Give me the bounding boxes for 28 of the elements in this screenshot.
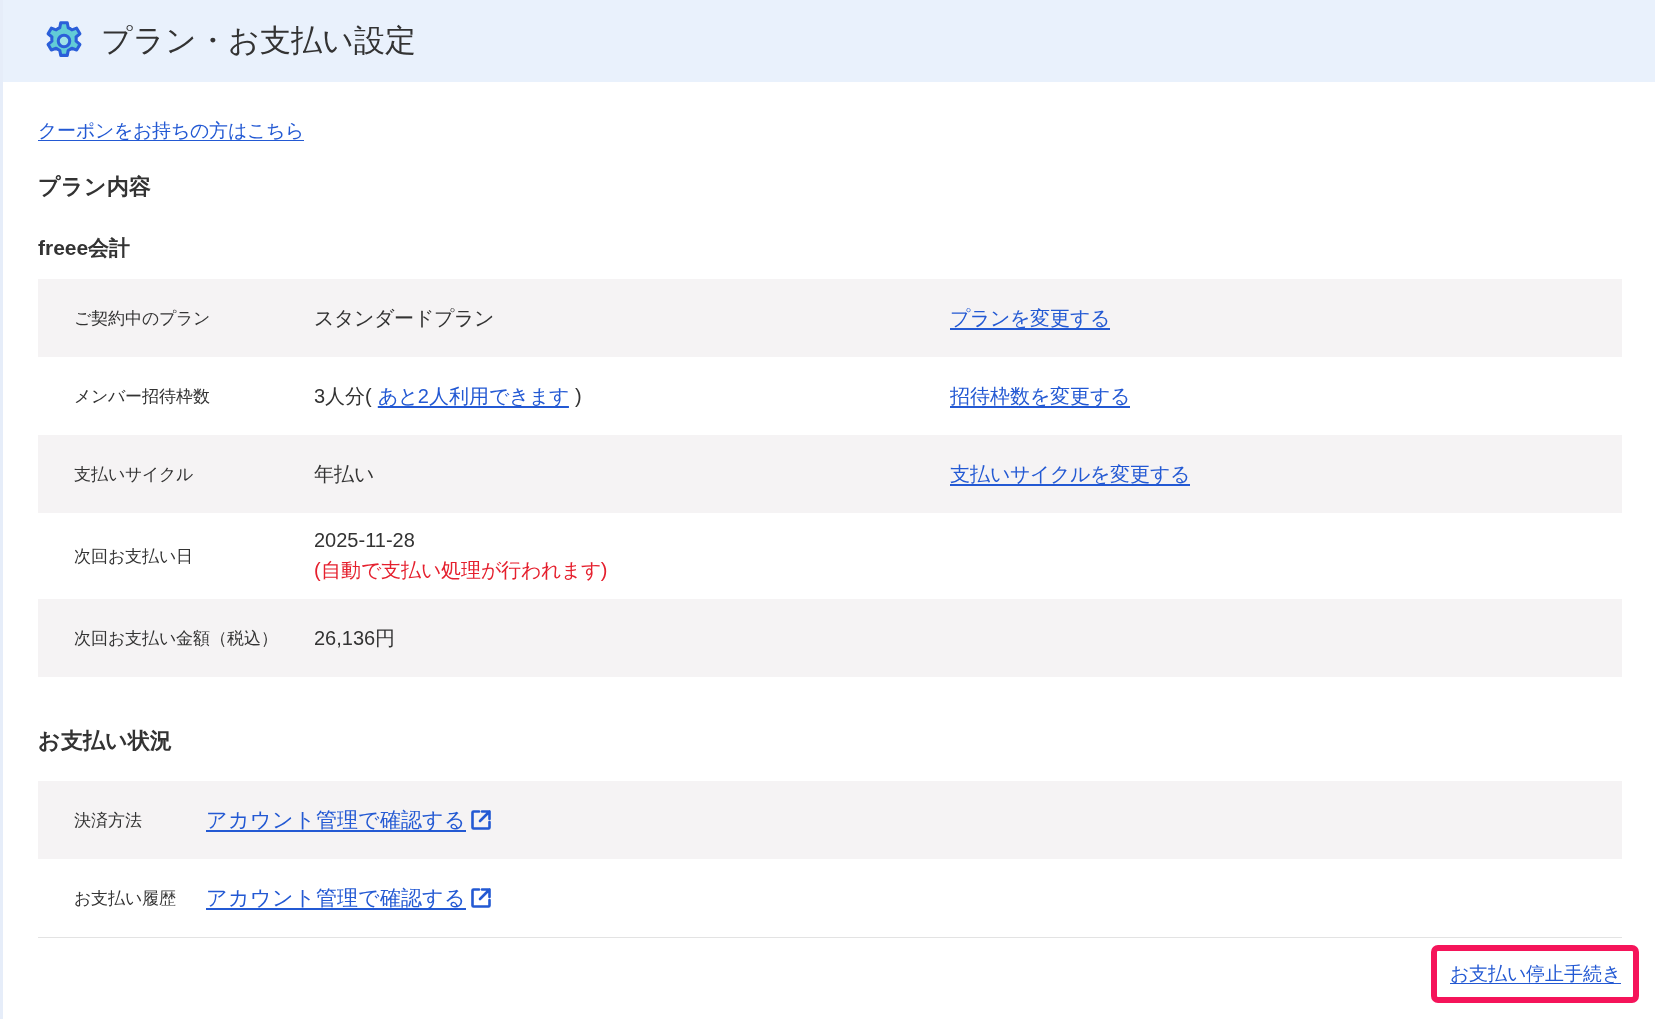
value-link[interactable]: あと2人利用できます	[377, 382, 569, 410]
row-label: 次回お支払い日	[74, 545, 193, 568]
value-text: 年払い	[314, 462, 374, 485]
value-text: スタンダードプラン	[314, 306, 494, 329]
change-link[interactable]: プランを変更する	[950, 304, 1110, 332]
external-link-icon	[469, 808, 493, 832]
value-text: 26,136円	[314, 626, 396, 649]
section-heading: お支払い状況	[38, 727, 172, 755]
change-link[interactable]: 支払いサイクルを変更する	[950, 460, 1190, 488]
value-text: )	[574, 384, 582, 408]
coupon-link[interactable]: クーポンをお持ちの方はこちら	[38, 118, 304, 144]
stop-payment-link[interactable]: お支払い停止手続き	[1450, 961, 1621, 987]
account-link[interactable]: アカウント管理で確認する	[206, 884, 466, 912]
product-heading: freee会計	[38, 235, 131, 261]
row-label: お支払い履歴	[74, 887, 176, 910]
account-link[interactable]: アカウント管理で確認する	[206, 806, 466, 834]
page-title: プラン・お支払い設定	[101, 22, 416, 60]
row-label: ご契約中のプラン	[74, 307, 210, 330]
row-label: メンバー招待枠数	[74, 385, 210, 408]
row-label: 支払いサイクル	[74, 463, 193, 486]
note-text: (自動で支払い処理が行われます)	[314, 557, 608, 583]
change-link[interactable]: 招待枠数を変更する	[950, 382, 1130, 410]
row-label: 決済方法	[74, 809, 142, 832]
row-label: 次回お支払い金額（税込）	[74, 627, 278, 650]
date-text: 2025-11-28	[314, 528, 415, 552]
external-link-icon	[469, 886, 493, 910]
section-heading: プラン内容	[38, 173, 151, 201]
value-text: 3人分(	[314, 383, 372, 409]
